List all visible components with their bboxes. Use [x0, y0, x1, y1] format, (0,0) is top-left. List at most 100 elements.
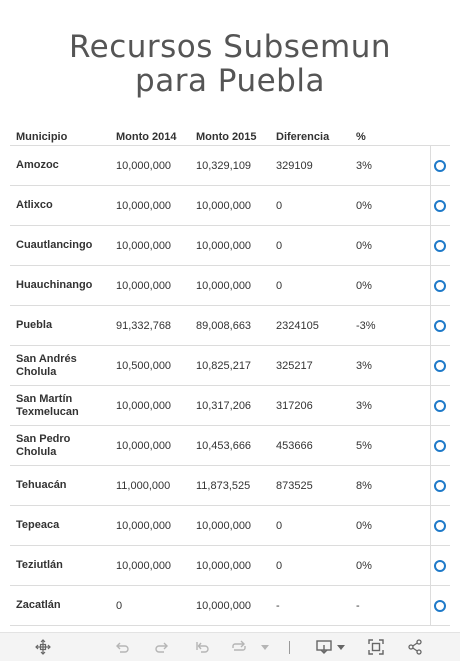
viz-toolbar	[0, 632, 460, 661]
row-marker-circle-icon[interactable]	[434, 160, 446, 172]
diferencia-cell: 0	[276, 239, 283, 252]
table-row[interactable]: Zacatlán 0 10,000,000 - -	[10, 586, 450, 626]
monto-2014-cell: 0	[116, 599, 123, 612]
monto-2015-cell: 10,000,000	[196, 239, 252, 252]
table-row[interactable]: Amozoc 10,000,000 10,329,109 329109 3%	[10, 146, 450, 186]
column-divider	[430, 346, 431, 385]
pan-icon[interactable]	[34, 638, 52, 656]
diferencia-cell: 0	[276, 279, 283, 292]
table-row[interactable]: Teziutlán 10,000,000 10,000,000 0 0%	[10, 546, 450, 586]
diferencia-cell: 329109	[276, 159, 313, 172]
percent-cell: 8%	[356, 479, 372, 492]
municipio-cell: Cuautlancingo	[16, 239, 93, 251]
table-row[interactable]: San Andrés Cholula 10,500,000 10,825,217 32…	[10, 346, 450, 386]
monto-2014-cell: 10,000,000	[116, 439, 172, 452]
row-marker-circle-icon[interactable]	[434, 360, 446, 372]
monto-2014-cell: 10,000,000	[116, 399, 172, 412]
redo-icon[interactable]	[153, 638, 171, 656]
column-divider	[430, 506, 431, 545]
header-municipio[interactable]: Municipio	[16, 131, 67, 143]
header-monto-2015[interactable]: Monto 2015	[196, 131, 257, 143]
refresh-icon[interactable]	[229, 638, 249, 656]
column-divider	[430, 146, 431, 185]
column-divider	[430, 466, 431, 505]
monto-2015-cell: 10,000,000	[196, 599, 252, 612]
column-divider	[430, 586, 431, 625]
monto-2014-cell: 10,000,000	[116, 559, 172, 572]
percent-cell: 0%	[356, 279, 372, 292]
table-row[interactable]: Tepeaca 10,000,000 10,000,000 0 0%	[10, 506, 450, 546]
percent-cell: 5%	[356, 439, 372, 452]
municipio-cell: San Martín Texmelucan	[16, 392, 79, 418]
column-divider	[430, 226, 431, 265]
row-marker-circle-icon[interactable]	[434, 200, 446, 212]
refresh-dropdown-icon[interactable]	[259, 638, 271, 656]
percent-cell: 3%	[356, 359, 372, 372]
municipio-cell: San Andrés Cholula	[16, 352, 77, 378]
download-icon[interactable]	[314, 638, 348, 656]
municipio-cell: Amozoc	[16, 159, 59, 171]
municipio-cell: Tehuacán	[16, 479, 67, 491]
percent-cell: 0%	[356, 239, 372, 252]
monto-2015-cell: 10,000,000	[196, 199, 252, 212]
monto-2014-cell: 11,000,000	[116, 479, 171, 492]
title-line-1: Recursos Subsemun	[69, 29, 391, 65]
municipio-cell: Tepeaca	[16, 519, 60, 531]
percent-cell: 0%	[356, 519, 372, 532]
monto-2015-cell: 10,329,109	[196, 159, 252, 172]
table-row[interactable]: Huauchinango 10,000,000 10,000,000 0 0%	[10, 266, 450, 306]
diferencia-cell: 0	[276, 559, 283, 572]
diferencia-cell: 873525	[276, 479, 313, 492]
toolbar-divider	[289, 641, 290, 654]
monto-2014-cell: 10,000,000	[116, 279, 172, 292]
monto-2014-cell: 10,000,000	[116, 239, 172, 252]
table-header: Municipio Monto 2014 Monto 2015 Diferenc…	[0, 131, 460, 145]
row-marker-circle-icon[interactable]	[434, 400, 446, 412]
diferencia-cell: 317206	[276, 399, 313, 412]
row-marker-circle-icon[interactable]	[434, 480, 446, 492]
monto-2015-cell: 10,000,000	[196, 559, 252, 572]
monto-2015-cell: 10,000,000	[196, 279, 252, 292]
row-marker-circle-icon[interactable]	[434, 600, 446, 612]
municipio-cell: Zacatlán	[16, 599, 61, 611]
percent-cell: 3%	[356, 159, 372, 172]
row-marker-circle-icon[interactable]	[434, 320, 446, 332]
municipio-cell: San Pedro Cholula	[16, 432, 71, 458]
monto-2014-cell: 10,500,000	[116, 359, 172, 372]
column-divider	[430, 306, 431, 345]
revert-icon[interactable]	[193, 638, 211, 656]
table-row[interactable]: Cuautlancingo 10,000,000 10,000,000 0 0%	[10, 226, 450, 266]
table-row[interactable]: Puebla 91,332,768 89,008,663 2324105 -3%	[10, 306, 450, 346]
percent-cell: -3%	[356, 319, 376, 332]
monto-2015-cell: 10,453,666	[196, 439, 252, 452]
monto-2014-cell: 10,000,000	[116, 159, 172, 172]
row-marker-circle-icon[interactable]	[434, 240, 446, 252]
table-row[interactable]: Atlixco 10,000,000 10,000,000 0 0%	[10, 186, 450, 226]
table-row[interactable]: San Martín Texmelucan 10,000,000 10,317,20…	[10, 386, 450, 426]
percent-cell: 0%	[356, 559, 372, 572]
monto-2015-cell: 10,825,217	[196, 359, 252, 372]
monto-2014-cell: 91,332,768	[116, 319, 172, 332]
undo-icon[interactable]	[113, 638, 131, 656]
diferencia-cell: 0	[276, 519, 283, 532]
row-marker-circle-icon[interactable]	[434, 520, 446, 532]
diferencia-cell: 2324105	[276, 319, 319, 332]
header-diferencia[interactable]: Diferencia	[276, 131, 329, 143]
header-percent[interactable]: %	[356, 131, 366, 143]
municipio-cell: Puebla	[16, 319, 53, 331]
monto-2015-cell: 10,000,000	[196, 519, 252, 532]
percent-cell: -	[356, 599, 360, 612]
monto-2015-cell: 89,008,663	[196, 319, 252, 332]
column-divider	[430, 546, 431, 585]
monto-2014-cell: 10,000,000	[116, 519, 172, 532]
header-monto-2014[interactable]: Monto 2014	[116, 131, 177, 143]
table-row[interactable]: San Pedro Cholula 10,000,000 10,453,666 453…	[10, 426, 450, 466]
row-marker-circle-icon[interactable]	[434, 440, 446, 452]
row-marker-circle-icon[interactable]	[434, 280, 446, 292]
share-icon[interactable]	[406, 638, 424, 656]
fullscreen-icon[interactable]	[367, 638, 385, 656]
table-row[interactable]: Tehuacán 11,000,000 11,873,525 873525 8%	[10, 466, 450, 506]
row-marker-circle-icon[interactable]	[434, 560, 446, 572]
diferencia-cell: 325217	[276, 359, 313, 372]
diferencia-cell: 453666	[276, 439, 313, 452]
